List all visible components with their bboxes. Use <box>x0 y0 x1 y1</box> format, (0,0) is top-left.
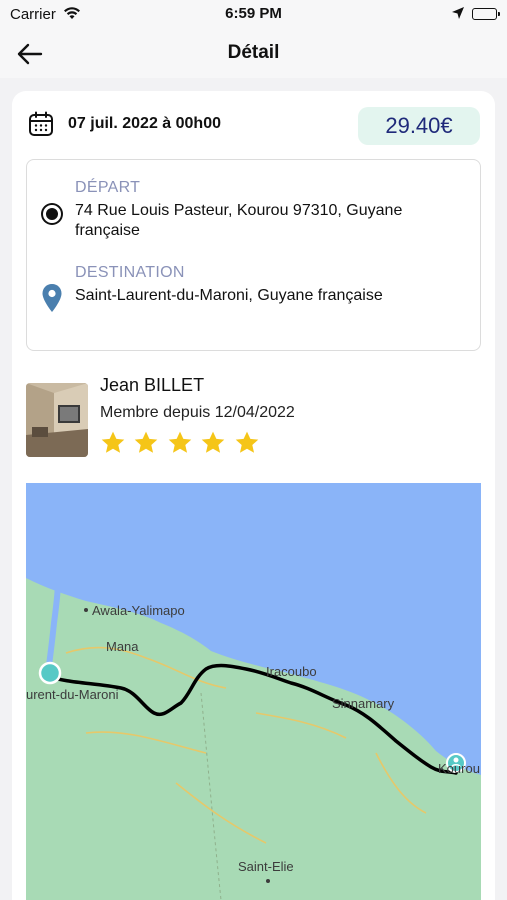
trip-detail-card: 07 juil. 2022 à 00h00 29.40€ DÉPART 74 R… <box>12 91 495 900</box>
route-map[interactable]: Awala-Yalimapo Mana urent-du-Maroni Irac… <box>26 483 481 900</box>
depart-label: DÉPART <box>75 179 141 196</box>
star-icon <box>133 430 159 461</box>
driver-rating <box>100 430 263 460</box>
map-place-saint-laurent: urent-du-Maroni <box>26 687 119 702</box>
navigation-bar: Détail <box>0 30 507 78</box>
driver-avatar[interactable] <box>26 383 88 457</box>
map-place-mana: Mana <box>106 639 139 654</box>
driver-section: Jean BILLET Membre depuis 12/04/2022 <box>26 373 481 463</box>
destination-label: DESTINATION <box>75 264 185 281</box>
page-title: Détail <box>227 42 280 63</box>
status-bar: Carrier 6:59 PM <box>0 0 507 30</box>
map-place-kourou: Kourou <box>438 761 480 776</box>
star-icon <box>167 430 193 461</box>
map-place-saint-elie: Saint-Elie <box>238 859 294 874</box>
location-arrow-icon <box>451 6 465 24</box>
star-icon <box>200 430 226 461</box>
trip-date-row: 07 juil. 2022 à 00h00 29.40€ <box>28 107 480 145</box>
destination-pin-icon <box>41 283 63 318</box>
trip-date: 07 juil. 2022 à 00h00 <box>68 115 221 132</box>
destination-address: Saint-Laurent-du-Maroni, Guyane français… <box>75 287 383 304</box>
driver-member-since: Membre depuis 12/04/2022 <box>100 404 295 421</box>
calendar-icon <box>28 111 54 137</box>
depart-address: 74 Rue Louis Pasteur, Kourou 97310, Guya… <box>75 202 403 239</box>
driver-name: Jean BILLET <box>100 375 205 395</box>
map-place-sinnamary: Sinnamary <box>332 696 395 711</box>
depart-dot-icon <box>43 205 61 223</box>
star-icon <box>100 430 126 461</box>
star-icon <box>234 430 260 461</box>
route-start-marker <box>38 661 62 685</box>
route-box: DÉPART 74 Rue Louis Pasteur, Kourou 9731… <box>26 159 481 351</box>
map-place-iracoubo: Iracoubo <box>266 664 317 679</box>
trip-price-badge: 29.40€ <box>358 107 480 145</box>
map-place-awala: Awala-Yalimapo <box>92 603 185 618</box>
battery-icon <box>472 8 500 20</box>
clock: 6:59 PM <box>225 5 282 22</box>
